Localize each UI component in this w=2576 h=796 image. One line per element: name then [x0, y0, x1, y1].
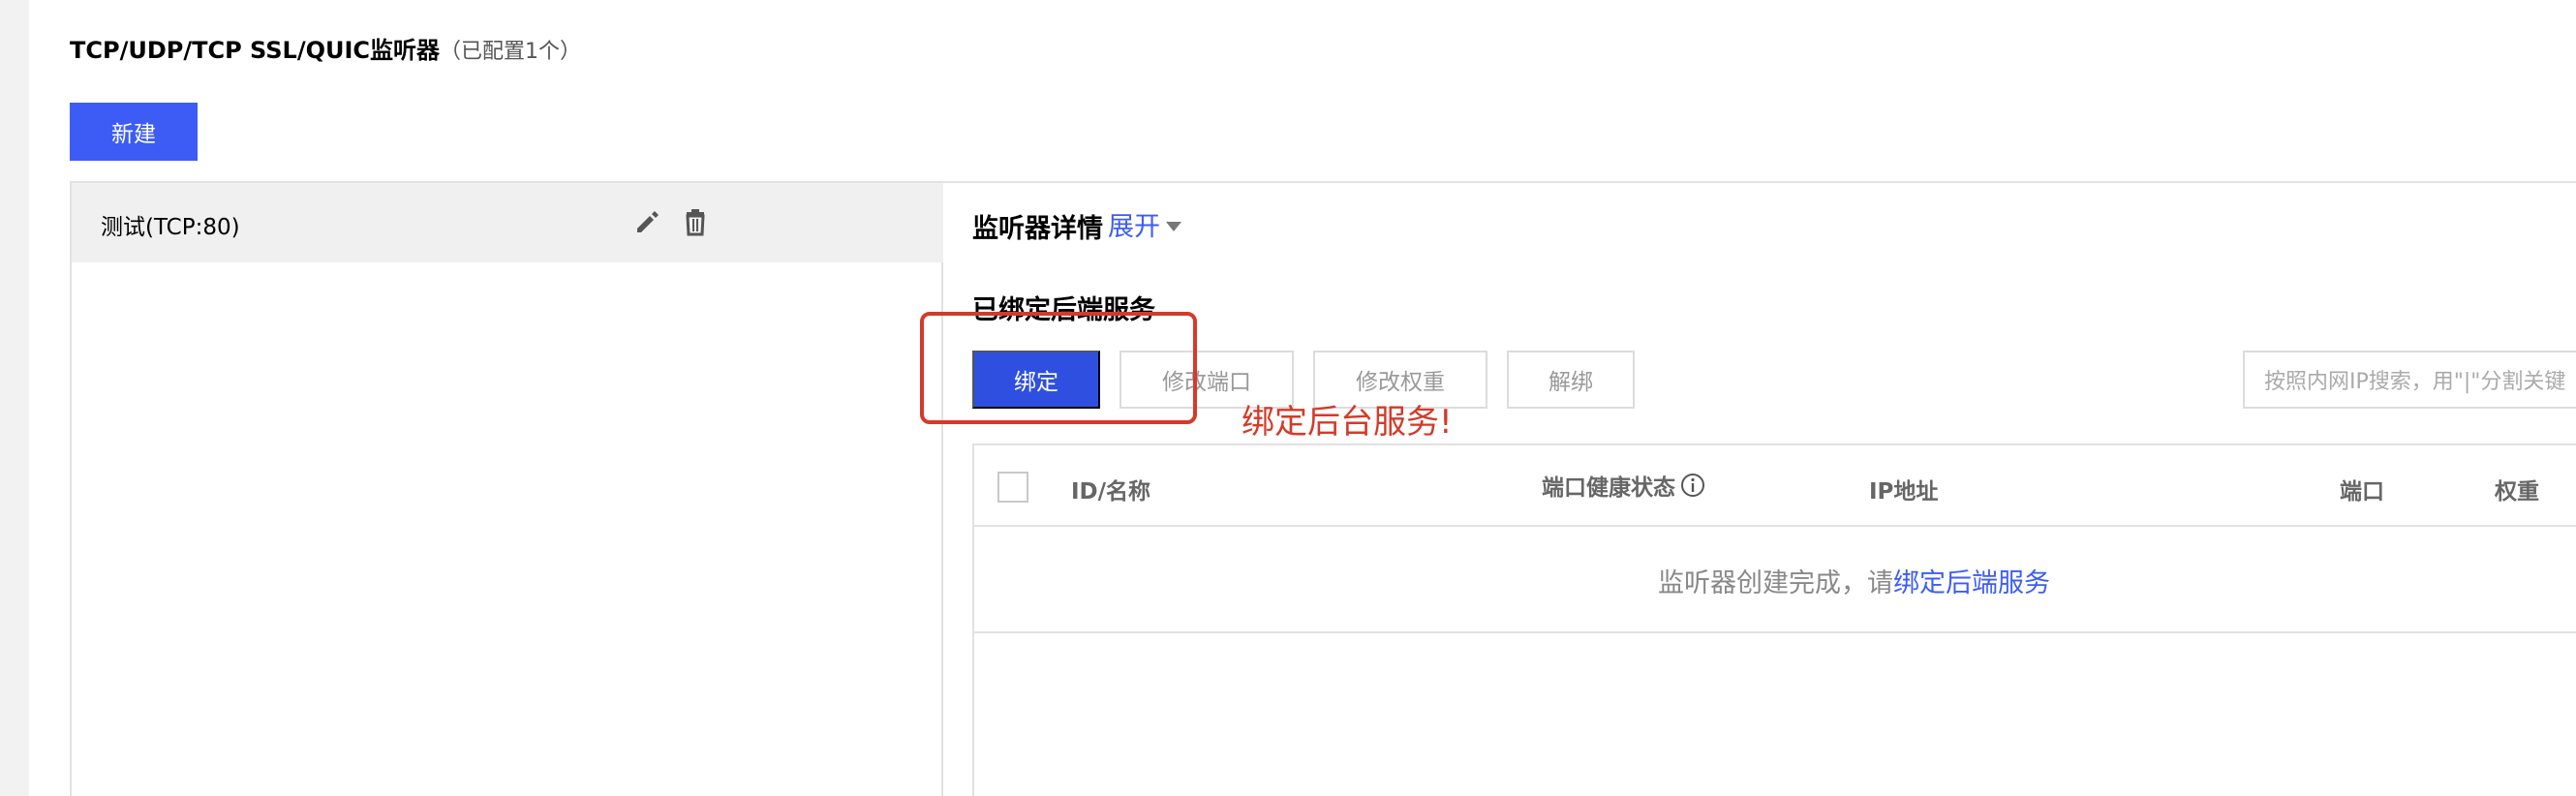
- search-input[interactable]: 按照内网IP搜索，用"|"分割关键: [2243, 351, 2576, 409]
- pencil-icon[interactable]: [628, 202, 666, 241]
- expand-label: 展开: [1108, 212, 1160, 242]
- listener-name: 测试(TCP:80): [101, 215, 240, 240]
- trash-icon[interactable]: [676, 202, 715, 241]
- empty-message: 监听器创建完成，请绑定后端服务: [1658, 562, 2050, 599]
- listener-item[interactable]: 测试(TCP:80): [72, 183, 943, 262]
- empty-message-text: 监听器创建完成，请: [1658, 568, 1893, 598]
- caret-down-icon: [1166, 221, 1181, 231]
- info-icon[interactable]: [1679, 472, 1706, 499]
- detail-title: 监听器详情: [972, 214, 1103, 244]
- column-weight: 权重: [2495, 479, 2539, 505]
- table-header: ID/名称 端口健康状态 IP地址 端口 权重: [974, 445, 2576, 527]
- listener-section-title: TCP/UDP/TCP SSL/QUIC监听器（已配置1个）: [70, 31, 581, 65]
- column-ip: IP地址: [1869, 479, 1939, 505]
- highlight-box: [920, 312, 1197, 424]
- column-port: 端口: [2340, 479, 2384, 505]
- select-all-checkbox[interactable]: [997, 472, 1028, 503]
- section-title-text: TCP/UDP/TCP SSL/QUIC监听器: [70, 37, 441, 64]
- empty-row: 监听器创建完成，请绑定后端服务: [974, 527, 2576, 633]
- column-id-name: ID/名称: [1071, 479, 1151, 505]
- column-health: 端口健康状态: [1542, 469, 1706, 502]
- listener-list: 测试(TCP:80): [72, 183, 943, 796]
- listener-count: （已配置1个）: [440, 40, 582, 64]
- new-listener-button[interactable]: 新建: [70, 103, 198, 161]
- expand-link[interactable]: 展开: [1108, 205, 1181, 243]
- backend-table: ID/名称 端口健康状态 IP地址 端口 权重 监听器创建完成，请绑定后端服务: [972, 444, 2576, 796]
- column-health-label: 端口健康状态: [1542, 475, 1675, 501]
- bind-backend-link[interactable]: 绑定后端服务: [1893, 568, 2050, 598]
- unbind-button[interactable]: 解绑: [1507, 351, 1635, 409]
- annotation-text: 绑定后台服务!: [1242, 403, 1453, 442]
